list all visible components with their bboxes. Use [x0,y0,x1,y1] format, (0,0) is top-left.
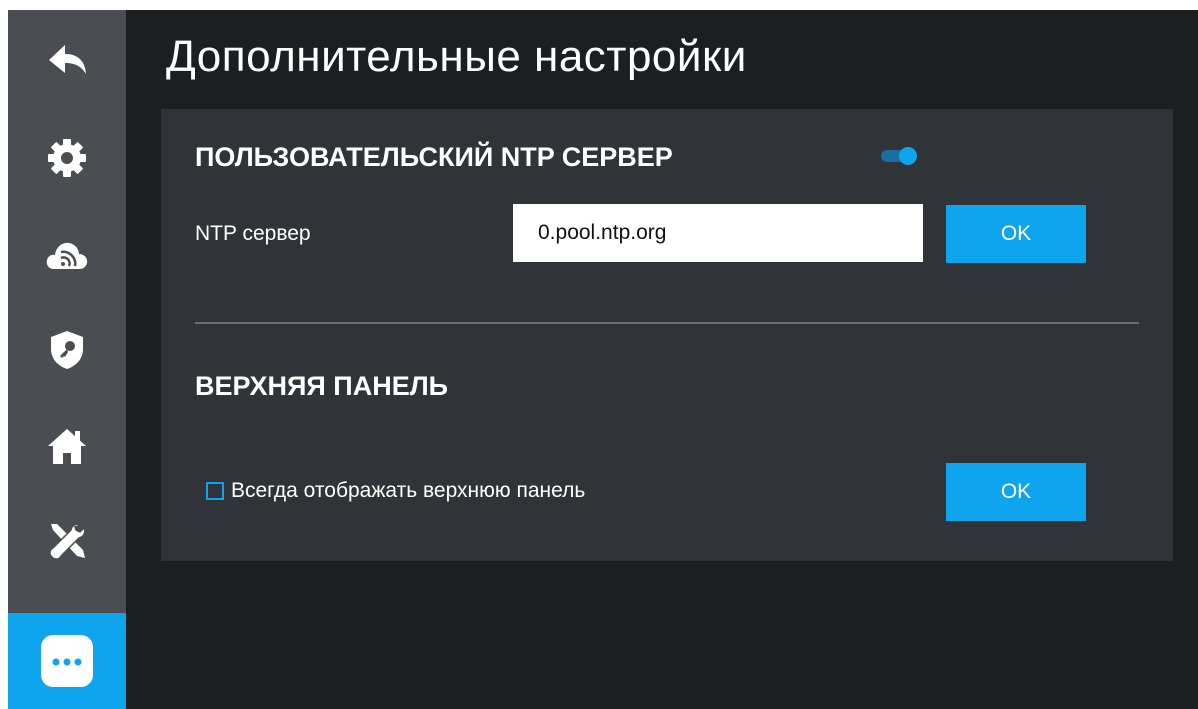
more-icon [41,635,93,687]
tools-icon [49,523,86,560]
always-show-top-panel-checkbox[interactable] [206,482,224,500]
sidebar-item-cloud[interactable] [8,206,126,302]
sidebar-item-tools[interactable] [8,494,126,590]
top-panel-ok-button[interactable]: OK [946,463,1086,521]
sidebar [8,10,126,709]
sidebar-item-security[interactable] [8,302,126,398]
always-show-top-panel-label[interactable]: Всегда отображать верхнюю панель [231,479,585,503]
screen: Дополнительные настройки ПОЛЬЗОВАТЕЛЬСКИ… [8,10,1198,709]
toggle-knob [899,147,917,165]
sidebar-item-home[interactable] [8,398,126,494]
top-panel-section-title: ВЕРХНЯЯ ПАНЕЛЬ [195,371,449,401]
page-title: Дополнительные настройки [166,32,747,81]
ntp-toggle[interactable] [881,147,917,165]
sidebar-item-more[interactable] [8,613,126,709]
gear-icon [48,139,86,177]
back-button[interactable] [8,12,126,108]
ntp-ok-button[interactable]: OK [946,205,1086,263]
shield-key-icon [51,331,83,369]
back-arrow-icon [49,45,86,74]
settings-panel: ПОЛЬЗОВАТЕЛЬСКИЙ NTP СЕРВЕР NTP сервер O… [161,109,1173,561]
ntp-server-label: NTP сервер [195,222,311,245]
ntp-section-title: ПОЛЬЗОВАТЕЛЬСКИЙ NTP СЕРВЕР [195,142,673,172]
cloud-signal-icon [46,242,88,269]
sidebar-item-settings[interactable] [8,110,126,206]
ntp-server-input[interactable] [513,204,923,262]
section-divider [195,322,1139,324]
home-icon [48,429,86,464]
